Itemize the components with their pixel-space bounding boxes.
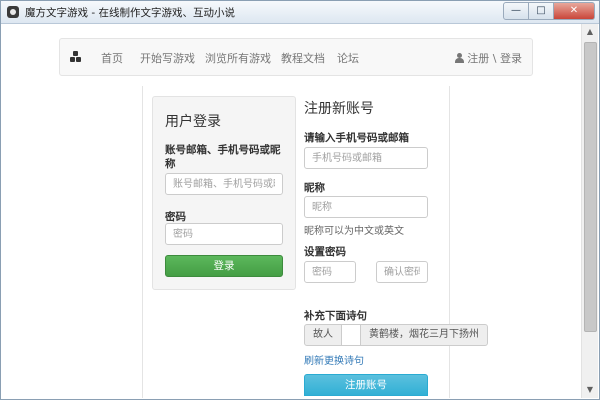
scroll-up-icon[interactable]: ▲	[582, 24, 598, 40]
cube-logo-icon[interactable]	[70, 51, 82, 63]
login-password-label: 密码	[165, 211, 186, 223]
login-account-input[interactable]	[165, 173, 283, 195]
poem-label: 补充下面诗句	[304, 310, 367, 322]
nav-item-forum[interactable]: 论坛	[337, 50, 359, 66]
close-button[interactable]: ✕	[554, 2, 595, 20]
nav-item-tutorials[interactable]: 教程文档	[281, 50, 325, 66]
minimize-button[interactable]: —	[503, 2, 529, 20]
poem-prefix: 故人	[304, 324, 342, 346]
maximize-icon: □	[536, 5, 546, 16]
poem-input-group: 故人 黄鹤楼，烟花三月下扬州	[304, 324, 488, 346]
register-title: 注册新账号	[304, 101, 374, 117]
close-icon: ✕	[569, 5, 579, 16]
window-controls: — □ ✕	[503, 2, 595, 20]
nickname-help-text: 昵称可以为中文或英文	[304, 226, 404, 237]
top-navbar: 首页 开始写游戏 浏览所有游戏 教程文档 论坛 注册 \ 登录	[59, 38, 533, 76]
login-title: 用户登录	[165, 114, 221, 130]
maximize-button[interactable]: □	[529, 2, 554, 20]
register-confirm-password-input[interactable]	[376, 261, 428, 283]
login-button[interactable]: 登录	[165, 255, 283, 277]
nav-item-start-writing[interactable]: 开始写游戏	[140, 50, 195, 66]
login-panel: 用户登录 账号邮箱、手机号码或昵称 密码 登录	[152, 96, 296, 290]
register-nickname-input[interactable]	[304, 196, 428, 218]
minimize-icon: —	[511, 5, 521, 16]
register-nickname-label: 昵称	[304, 182, 325, 194]
register-password-label: 设置密码	[304, 246, 346, 258]
vertical-scrollbar[interactable]: ▲ ▼	[581, 24, 598, 398]
refresh-poem-link[interactable]: 刷新更换诗句	[304, 352, 364, 367]
nav-item-home[interactable]: 首页	[101, 50, 123, 66]
scroll-thumb[interactable]	[584, 42, 597, 332]
register-contact-label: 请输入手机号码或邮箱	[304, 132, 409, 144]
poem-answer-input[interactable]	[342, 324, 360, 346]
register-login-label: 注册 \ 登录	[467, 52, 522, 65]
scroll-down-icon[interactable]: ▼	[582, 382, 598, 398]
register-login-link[interactable]: 注册 \ 登录	[455, 50, 522, 66]
user-icon	[455, 53, 465, 63]
register-button[interactable]: 注册账号	[304, 374, 428, 396]
nav-item-browse-games[interactable]: 浏览所有游戏	[205, 50, 271, 66]
poem-suffix: 黄鹤楼，烟花三月下扬州	[360, 324, 488, 346]
register-password-input[interactable]	[304, 261, 356, 283]
login-password-input[interactable]	[165, 223, 283, 245]
login-account-label: 账号邮箱、手机号码或昵称	[165, 144, 281, 170]
window-title: 魔方文字游戏 - 在线制作文字游戏、互动小说	[25, 7, 235, 19]
register-contact-input[interactable]	[304, 147, 428, 169]
title-bar: 魔方文字游戏 - 在线制作文字游戏、互动小说 — □ ✕	[1, 1, 599, 24]
app-logo-icon	[7, 6, 19, 18]
